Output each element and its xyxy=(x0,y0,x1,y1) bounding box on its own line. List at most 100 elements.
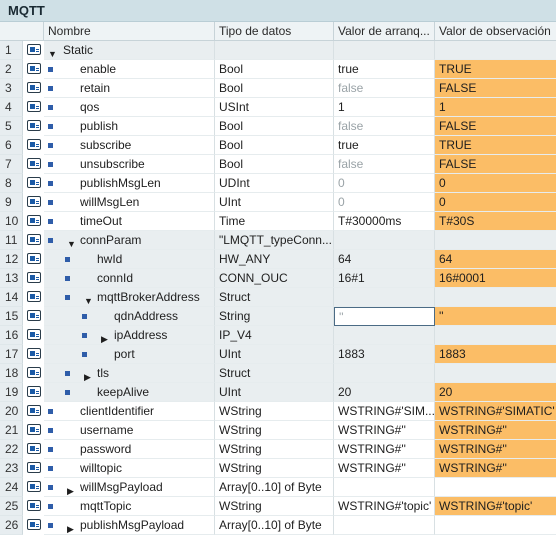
row-number[interactable]: 22 xyxy=(0,440,23,459)
table-row[interactable]: 18 ▶ tls Struct xyxy=(0,364,556,383)
start-value-cell[interactable]: T#30000ms xyxy=(334,212,435,231)
start-value-cell[interactable]: false xyxy=(334,79,435,98)
row-number[interactable]: 19 xyxy=(0,383,23,402)
name-cell[interactable]: timeOut xyxy=(44,212,215,231)
datatype-cell[interactable]: Array[0..10] of Byte xyxy=(215,478,334,497)
start-value-cell[interactable] xyxy=(334,41,435,60)
row-number[interactable]: 12 xyxy=(0,250,23,269)
datatype-cell[interactable]: Struct xyxy=(215,364,334,383)
start-value-cell[interactable]: 16#1 xyxy=(334,269,435,288)
table-row[interactable]: 1 ▼ Static xyxy=(0,41,556,60)
start-value-cell[interactable]: true xyxy=(334,136,435,155)
row-number[interactable]: 7 xyxy=(0,155,23,174)
start-value-cell[interactable]: 1883 xyxy=(334,345,435,364)
name-cell[interactable]: ▼ Static xyxy=(44,41,215,60)
table-row[interactable]: 13 connId CONN_OUC 16#1 16#0001 xyxy=(0,269,556,288)
row-number[interactable]: 17 xyxy=(0,345,23,364)
name-cell[interactable]: publish xyxy=(44,117,215,136)
name-cell[interactable]: mqttTopic xyxy=(44,497,215,516)
datatype-cell[interactable]: Array[0..10] of Byte xyxy=(215,516,334,535)
datatype-cell[interactable]: USInt xyxy=(215,98,334,117)
row-number[interactable]: 3 xyxy=(0,79,23,98)
row-number[interactable]: 21 xyxy=(0,421,23,440)
row-number[interactable]: 14 xyxy=(0,288,23,307)
datatype-cell[interactable]: HW_ANY xyxy=(215,250,334,269)
name-cell[interactable]: ▶ willMsgPayload xyxy=(44,478,215,497)
table-row[interactable]: 11 ▼ connParam "LMQTT_typeConn... xyxy=(0,231,556,250)
row-number[interactable]: 20 xyxy=(0,402,23,421)
table-row[interactable]: 20 clientIdentifier WString WSTRING#'SIM...… xyxy=(0,402,556,421)
table-row[interactable]: 16 ▶ ipAddress IP_V4 xyxy=(0,326,556,345)
row-number[interactable]: 2 xyxy=(0,60,23,79)
datatype-cell[interactable]: UInt xyxy=(215,345,334,364)
row-number[interactable]: 26 xyxy=(0,516,23,535)
expand-toggle-icon[interactable]: ▶ xyxy=(101,330,108,344)
table-row[interactable]: 6 subscribe Bool true TRUE xyxy=(0,136,556,155)
start-value-cell[interactable]: false xyxy=(334,117,435,136)
collapse-toggle-icon[interactable]: ▼ xyxy=(48,45,57,59)
start-value-cell[interactable]: 64 xyxy=(334,250,435,269)
start-value-cell[interactable]: 0 xyxy=(334,193,435,212)
table-row[interactable]: 14 ▼ mqttBrokerAddress Struct xyxy=(0,288,556,307)
datatype-cell[interactable]: String xyxy=(215,307,334,326)
name-cell[interactable]: willtopic xyxy=(44,459,215,478)
start-value-cell[interactable]: WSTRING#'' xyxy=(334,440,435,459)
start-value-cell[interactable]: false xyxy=(334,155,435,174)
table-row[interactable]: 19 keepAlive UInt 20 20 xyxy=(0,383,556,402)
table-row[interactable]: 8 publishMsgLen UDInt 0 0 xyxy=(0,174,556,193)
start-value-cell[interactable]: true xyxy=(334,60,435,79)
name-cell[interactable]: ▼ connParam xyxy=(44,231,215,250)
name-cell[interactable]: keepAlive xyxy=(44,383,215,402)
name-cell[interactable]: port xyxy=(44,345,215,364)
datatype-cell[interactable]: WString xyxy=(215,459,334,478)
row-number[interactable]: 25 xyxy=(0,497,23,516)
table-row[interactable]: 4 qos USInt 1 1 xyxy=(0,98,556,117)
row-number[interactable]: 1 xyxy=(0,41,23,60)
collapse-toggle-icon[interactable]: ▼ xyxy=(67,235,76,249)
table-row[interactable]: 26 ▶ publishMsgPayload Array[0..10] of Byte xyxy=(0,516,556,535)
start-value-cell[interactable] xyxy=(334,364,435,383)
expand-toggle-icon[interactable]: ▶ xyxy=(67,520,74,534)
name-cell[interactable]: clientIdentifier xyxy=(44,402,215,421)
table-row[interactable]: 25 mqttTopic WString WSTRING#'topic' WSTRING… xyxy=(0,497,556,516)
row-number[interactable]: 11 xyxy=(0,231,23,250)
name-cell[interactable]: hwId xyxy=(44,250,215,269)
datatype-cell[interactable]: "LMQTT_typeConn... xyxy=(215,231,334,250)
row-number[interactable]: 16 xyxy=(0,326,23,345)
row-number[interactable]: 4 xyxy=(0,98,23,117)
name-cell[interactable]: qos xyxy=(44,98,215,117)
datatype-cell[interactable]: UDInt xyxy=(215,174,334,193)
name-cell[interactable]: username xyxy=(44,421,215,440)
header-start-value[interactable]: Valor de arranq... xyxy=(334,22,435,40)
datatype-cell[interactable]: WString xyxy=(215,402,334,421)
table-row[interactable]: 5 publish Bool false FALSE xyxy=(0,117,556,136)
table-row[interactable]: 2 enable Bool true TRUE xyxy=(0,60,556,79)
name-cell[interactable]: password xyxy=(44,440,215,459)
name-cell[interactable]: retain xyxy=(44,79,215,98)
start-value-cell[interactable]: 1 xyxy=(334,98,435,117)
datatype-cell[interactable]: UInt xyxy=(215,383,334,402)
start-value-cell[interactable]: WSTRING#'SIM... xyxy=(334,402,435,421)
name-cell[interactable]: willMsgLen xyxy=(44,193,215,212)
table-row[interactable]: 17 port UInt 1883 1883 xyxy=(0,345,556,364)
name-cell[interactable]: connId xyxy=(44,269,215,288)
table-row[interactable]: 24 ▶ willMsgPayload Array[0..10] of Byte xyxy=(0,478,556,497)
datatype-cell[interactable]: WString xyxy=(215,440,334,459)
datatype-cell[interactable]: WString xyxy=(215,497,334,516)
table-row[interactable]: 10 timeOut Time T#30000ms T#30S xyxy=(0,212,556,231)
start-value-cell[interactable]: WSTRING#'' xyxy=(334,421,435,440)
table-row[interactable]: 21 username WString WSTRING#'' WSTRING#'' xyxy=(0,421,556,440)
table-row[interactable]: 23 willtopic WString WSTRING#'' WSTRING#'' xyxy=(0,459,556,478)
table-row[interactable]: 22 password WString WSTRING#'' WSTRING#'' xyxy=(0,440,556,459)
name-cell[interactable]: unsubscribe xyxy=(44,155,215,174)
start-value-cell[interactable] xyxy=(334,478,435,497)
header-name[interactable]: Nombre xyxy=(44,22,215,40)
start-value-cell[interactable]: 20 xyxy=(334,383,435,402)
row-number[interactable]: 5 xyxy=(0,117,23,136)
row-number[interactable]: 23 xyxy=(0,459,23,478)
row-number[interactable]: 18 xyxy=(0,364,23,383)
datatype-cell[interactable]: Bool xyxy=(215,155,334,174)
start-value-cell[interactable] xyxy=(334,516,435,535)
table-row[interactable]: 7 unsubscribe Bool false FALSE xyxy=(0,155,556,174)
row-number[interactable]: 6 xyxy=(0,136,23,155)
